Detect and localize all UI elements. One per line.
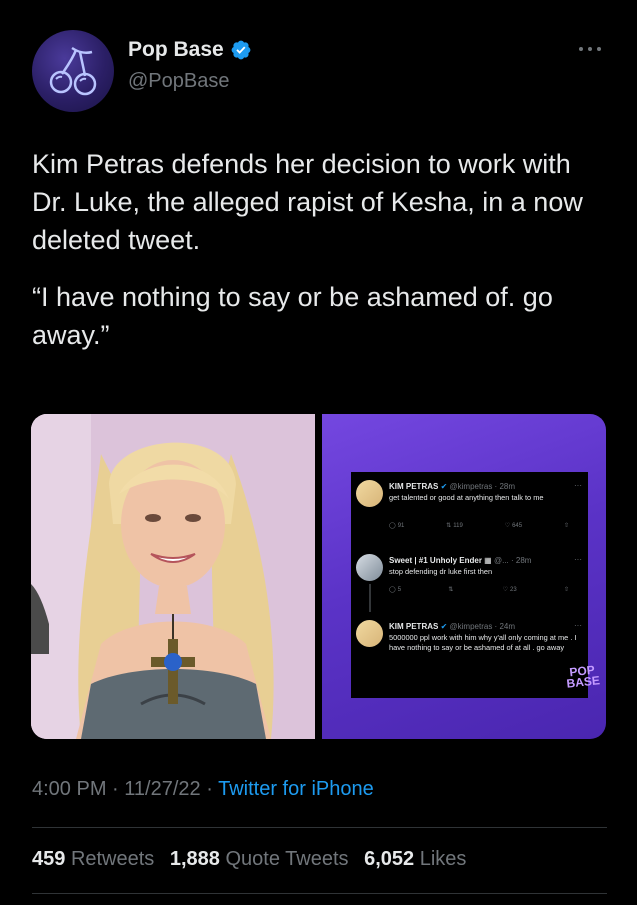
reply-icon: ◯ [389,587,396,593]
embedded-like: ♡ 23 [502,586,517,594]
retweets-count: 459 [32,848,66,870]
tweet-stats-row: 459 Retweets 1,888 Quote Tweets 6,052 Li… [32,848,476,871]
embedded-more-icon: ··· [574,481,582,490]
reply-icon: ◯ [389,523,396,529]
embedded-retweet: ⇅ [448,586,455,593]
embedded-name: KIM PETRAS [389,622,439,631]
tweet-paragraph: Kim Petras defends her decision to work … [32,149,583,255]
embedded-more-icon: ··· [574,555,582,564]
embedded-tweet-header: Sweet | #1 Unholy Ender ▦ @... · 28m [389,556,532,565]
verified-badge-icon [231,40,251,60]
more-dots-icon [579,47,601,51]
quote-tweets-stat[interactable]: 1,888 Quote Tweets [170,848,349,870]
embedded-tweet-text: stop defending dr luke first then [389,567,493,576]
embedded-reply: ◯ 5 [389,586,402,594]
media-divider [315,414,322,739]
share-icon: ⇧ [563,523,569,529]
embedded-time: 28m [499,482,516,491]
embedded-tweet-card: KIM PETRAS ✔ @kimpetras · 28m ··· get ta… [351,472,588,698]
tweet-text: Kim Petras defends her decision to work … [32,145,607,373]
embedded-verified-icon: ✔ [440,482,448,491]
author-display-name[interactable]: Pop Base [128,38,224,62]
embedded-tweet-header: KIM PETRAS ✔ @kimpetras · 28m [389,482,516,491]
person-photo-illustration [31,414,315,739]
embedded-tweet: Sweet | #1 Unholy Ender ▦ @... · 28m ···… [351,544,588,614]
media-photo[interactable] [31,414,315,739]
embedded-avatar [356,554,383,581]
tweet-timestamp-row: 4:00 PM · 11/27/22 · Twitter for iPhone [32,778,374,801]
retweet-icon: ⇅ [446,523,452,529]
share-icon: ⇧ [563,587,569,593]
embedded-tweet: KIM PETRAS ✔ @kimpetras · 28m ··· get ta… [351,472,588,544]
retweets-label: Retweets [70,848,155,870]
divider-line [32,827,607,828]
embedded-tweet: KIM PETRAS ✔ @kimpetras · 24m ··· 500000… [351,614,588,698]
likes-stat[interactable]: 6,052 Likes [364,848,466,870]
tweet-source-link[interactable]: Twitter for iPhone [218,778,374,800]
retweet-icon: ⇅ [448,587,454,593]
embedded-reply: ◯ 91 [389,522,405,530]
embedded-time: 24m [499,622,516,631]
author-name-row[interactable]: Pop Base [128,38,252,62]
embedded-tweet-header: KIM PETRAS ✔ @kimpetras · 24m [389,622,516,631]
embedded-tweet-text: 5000000 ppl work with him why y'all only… [389,633,577,652]
embedded-verified-icon: ✔ [440,622,448,631]
retweets-stat[interactable]: 459 Retweets [32,848,154,870]
embedded-time: 28m [515,556,532,565]
embedded-avatar [356,620,383,647]
pop-base-watermark: POP BASE [565,663,601,691]
embedded-tweet-text: get talented or good at anything then ta… [389,493,544,502]
embedded-like: ♡ 645 [504,522,523,530]
more-options-button[interactable] [575,40,605,58]
embedded-name: Sweet | #1 Unholy Ender [389,556,482,565]
embedded-more-icon: ··· [574,621,582,630]
likes-count: 6,052 [364,848,415,870]
watermark-line: BASE [565,673,601,691]
embedded-retweet: ⇅ 119 [446,522,463,530]
tweet-media[interactable]: KIM PETRAS ✔ @kimpetras · 28m ··· get ta… [31,414,606,739]
thread-line [369,584,371,612]
author-avatar[interactable] [32,30,114,112]
tweet-paragraph: “I have nothing to say or be ashamed of.… [32,282,553,350]
timestamp-separator: · [206,778,213,800]
embedded-avatar [356,480,383,507]
tweet-time[interactable]: 4:00 PM [32,778,106,800]
quote-tweets-count: 1,888 [169,848,220,870]
quote-tweets-label: Quote Tweets [225,848,349,870]
divider-line [32,893,607,894]
author-handle[interactable]: @PopBase [128,70,229,93]
embedded-actions: ◯ 91 ⇅ 119 ♡ 645 ⇧ [389,522,569,530]
cherry-icon [49,46,97,96]
embedded-name: KIM PETRAS [389,482,439,491]
embedded-handle: @... [493,556,509,565]
flag-icon: ▦ [484,556,492,565]
heart-icon: ♡ [502,587,509,593]
embedded-handle: @kimpetras [449,482,493,491]
media-screenshot[interactable]: KIM PETRAS ✔ @kimpetras · 28m ··· get ta… [322,414,606,739]
likes-label: Likes [419,848,467,870]
embedded-actions: ◯ 5 ⇅ ♡ 23 ⇧ [389,586,569,594]
embedded-handle: @kimpetras [449,622,493,631]
heart-icon: ♡ [504,523,511,529]
timestamp-separator: · [112,778,119,800]
tweet-date[interactable]: 11/27/22 [124,778,200,800]
